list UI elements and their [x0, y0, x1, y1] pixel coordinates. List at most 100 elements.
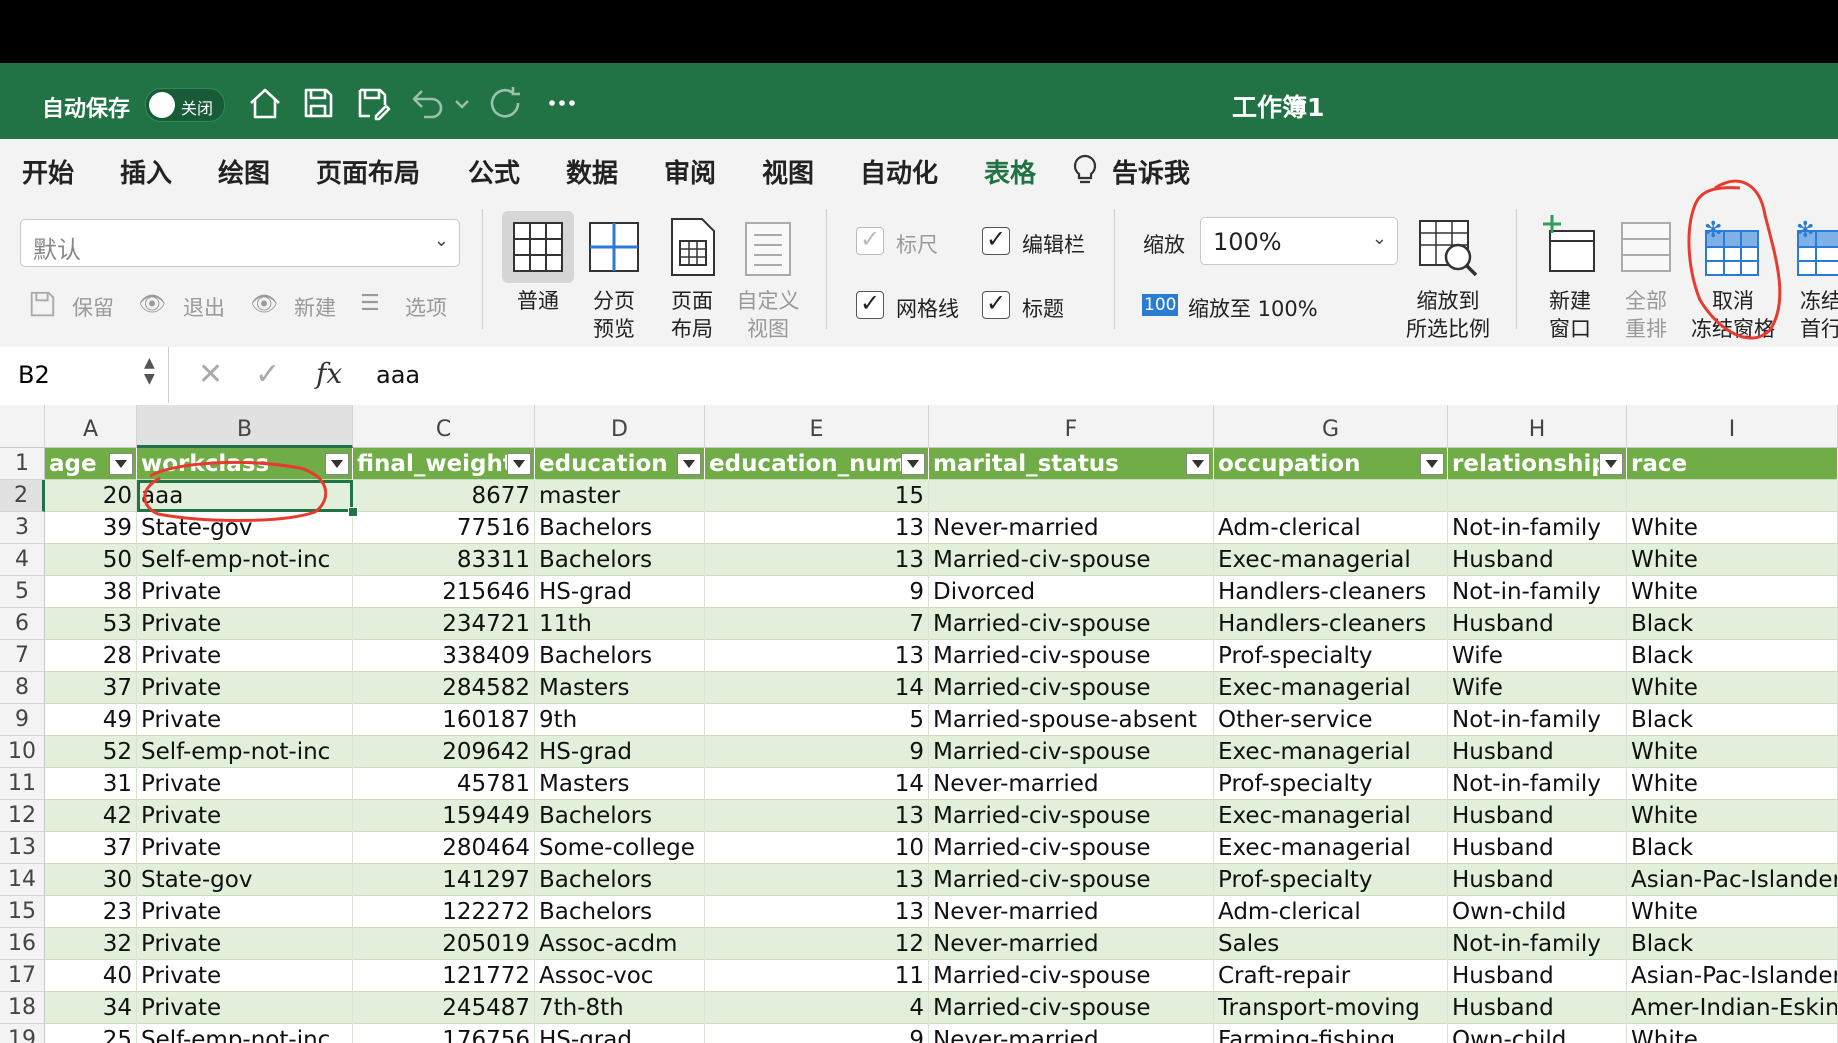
headings-checkbox[interactable]: ✓ — [982, 289, 1010, 319]
table-cell[interactable]: Husband — [1448, 832, 1627, 864]
filter-dropdown-icon[interactable] — [507, 453, 531, 475]
table-cell[interactable]: 52 — [45, 736, 137, 768]
table-cell[interactable]: Private — [137, 832, 353, 864]
table-cell[interactable]: White — [1627, 672, 1838, 704]
table-cell[interactable]: 205019 — [353, 928, 535, 960]
table-cell[interactable]: White — [1627, 896, 1838, 928]
table-header-cell[interactable]: marital_status — [929, 448, 1214, 480]
table-cell[interactable] — [1214, 480, 1448, 512]
table-cell[interactable]: Married-civ-spouse — [929, 864, 1214, 896]
save-icon[interactable] — [298, 83, 338, 123]
gridlines-checkbox[interactable]: ✓ — [856, 289, 884, 319]
table-cell[interactable]: Husband — [1448, 608, 1627, 640]
table-cell[interactable]: Married-spouse-absent — [929, 704, 1214, 736]
table-header-cell[interactable]: race — [1627, 448, 1838, 480]
table-cell[interactable]: 13 — [705, 800, 929, 832]
table-cell[interactable]: Black — [1627, 608, 1838, 640]
table-cell[interactable]: Married-civ-spouse — [929, 736, 1214, 768]
table-cell[interactable]: 13 — [705, 640, 929, 672]
table-cell[interactable]: 13 — [705, 544, 929, 576]
table-cell[interactable]: Husband — [1448, 544, 1627, 576]
table-cell[interactable]: 28 — [45, 640, 137, 672]
column-header-a[interactable]: A — [45, 405, 137, 448]
zoom-select[interactable]: 100% ⌄ — [1200, 217, 1398, 265]
table-cell[interactable]: Divorced — [929, 576, 1214, 608]
table-cell[interactable]: 83311 — [353, 544, 535, 576]
row-header[interactable]: 5 — [0, 576, 45, 608]
table-cell[interactable]: 176756 — [353, 1024, 535, 1043]
table-cell[interactable]: 45781 — [353, 768, 535, 800]
table-cell[interactable]: Wife — [1448, 672, 1627, 704]
table-cell[interactable]: Bachelors — [535, 544, 705, 576]
formula-input[interactable]: aaa — [376, 361, 420, 389]
row-header[interactable]: 7 — [0, 640, 45, 672]
new-view-button[interactable]: 新建 — [294, 292, 336, 322]
page-layout-icon[interactable] — [656, 211, 728, 283]
table-cell[interactable]: 34 — [45, 992, 137, 1024]
table-cell[interactable]: 37 — [45, 672, 137, 704]
table-cell[interactable]: Husband — [1448, 736, 1627, 768]
table-cell[interactable]: master — [535, 480, 705, 512]
table-cell[interactable]: Prof-specialty — [1214, 864, 1448, 896]
table-cell[interactable]: Adm-clerical — [1214, 896, 1448, 928]
row-header[interactable]: 11 — [0, 768, 45, 800]
table-header-cell[interactable]: education_num — [705, 448, 929, 480]
table-cell[interactable]: Married-civ-spouse — [929, 832, 1214, 864]
table-cell[interactable]: 49 — [45, 704, 137, 736]
table-cell[interactable]: Handlers-cleaners — [1214, 576, 1448, 608]
table-cell[interactable]: Self-emp-not-inc — [137, 736, 353, 768]
table-cell[interactable]: White — [1627, 1024, 1838, 1043]
table-cell[interactable]: Not-in-family — [1448, 512, 1627, 544]
table-cell[interactable]: Exec-managerial — [1214, 800, 1448, 832]
table-cell[interactable]: Exec-managerial — [1214, 672, 1448, 704]
table-cell[interactable]: Not-in-family — [1448, 768, 1627, 800]
table-cell[interactable]: Farming-fishing — [1214, 1024, 1448, 1043]
tab-draw[interactable]: 绘图 — [218, 153, 270, 190]
unfreeze-panes-icon[interactable]: ✻ — [1694, 211, 1766, 283]
table-cell[interactable]: 13 — [705, 864, 929, 896]
row-header[interactable]: 1 — [0, 448, 45, 480]
table-cell[interactable]: Husband — [1448, 800, 1627, 832]
table-cell[interactable]: Married-civ-spouse — [929, 608, 1214, 640]
table-cell[interactable]: Own-child — [1448, 1024, 1627, 1043]
tab-data[interactable]: 数据 — [566, 153, 618, 190]
freeze-top-row-icon[interactable]: ✻ — [1786, 211, 1838, 283]
table-cell[interactable]: Never-married — [929, 928, 1214, 960]
table-cell[interactable]: Never-married — [929, 512, 1214, 544]
table-cell[interactable]: Masters — [535, 768, 705, 800]
page-layout-button[interactable]: 页面 布局 — [654, 287, 730, 343]
table-cell[interactable]: White — [1627, 800, 1838, 832]
table-cell[interactable]: 245487 — [353, 992, 535, 1024]
table-cell[interactable]: Prof-specialty — [1214, 640, 1448, 672]
home-icon[interactable] — [245, 83, 285, 123]
table-cell[interactable]: Not-in-family — [1448, 928, 1627, 960]
tab-view[interactable]: 视图 — [762, 153, 815, 204]
table-cell[interactable]: Other-service — [1214, 704, 1448, 736]
table-cell[interactable]: 23 — [45, 896, 137, 928]
table-cell[interactable]: 10 — [705, 832, 929, 864]
table-cell[interactable]: 5 — [705, 704, 929, 736]
table-cell[interactable]: Married-civ-spouse — [929, 992, 1214, 1024]
table-cell[interactable]: 53 — [45, 608, 137, 640]
table-cell[interactable]: White — [1627, 768, 1838, 800]
table-cell[interactable]: 338409 — [353, 640, 535, 672]
table-cell[interactable]: Private — [137, 992, 353, 1024]
table-cell[interactable]: Husband — [1448, 864, 1627, 896]
table-cell[interactable]: 39 — [45, 512, 137, 544]
zoom-to-selection-icon[interactable] — [1412, 211, 1484, 283]
table-cell[interactable]: Black — [1627, 832, 1838, 864]
table-cell[interactable]: Handlers-cleaners — [1214, 608, 1448, 640]
table-cell[interactable]: Adm-clerical — [1214, 512, 1448, 544]
new-window-icon[interactable] — [1534, 211, 1606, 283]
table-cell[interactable]: 38 — [45, 576, 137, 608]
table-cell[interactable]: Sales — [1214, 928, 1448, 960]
table-cell[interactable]: 284582 — [353, 672, 535, 704]
page-break-preview-icon[interactable] — [578, 211, 650, 283]
table-cell[interactable]: Never-married — [929, 1024, 1214, 1043]
table-cell[interactable]: Asian-Pac-Islander — [1627, 960, 1838, 992]
table-cell[interactable]: Black — [1627, 640, 1838, 672]
options-button[interactable]: 选项 — [405, 292, 447, 322]
tab-review[interactable]: 审阅 — [664, 153, 716, 190]
page-break-preview-button[interactable]: 分页 预览 — [576, 287, 652, 343]
table-cell[interactable]: Not-in-family — [1448, 576, 1627, 608]
